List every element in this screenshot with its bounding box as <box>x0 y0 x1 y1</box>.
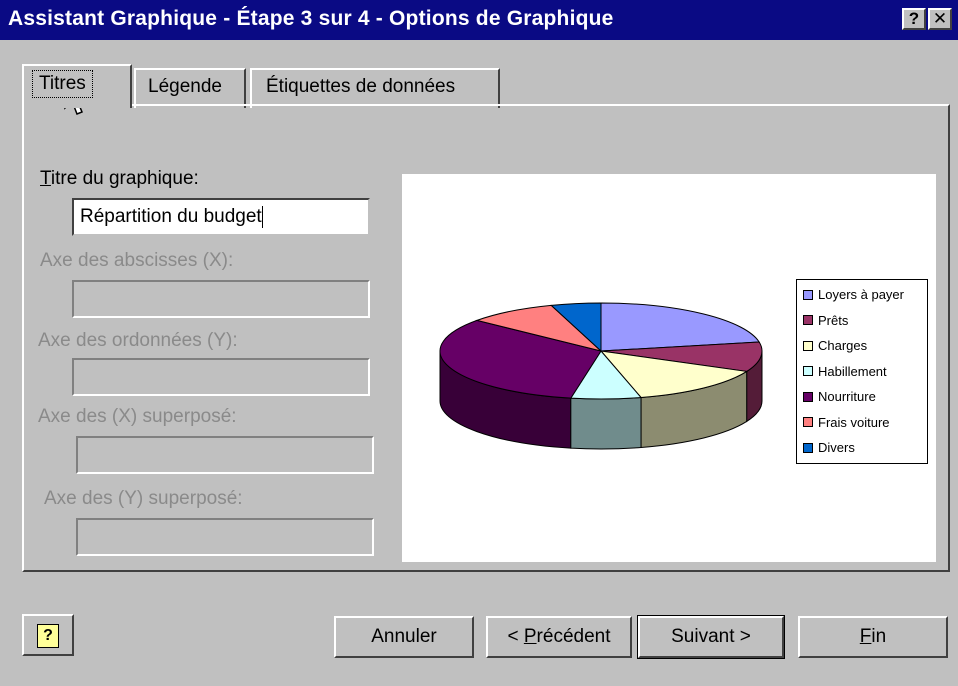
legend-label: Habillement <box>818 363 887 379</box>
y2-axis-input[interactable] <box>76 518 374 556</box>
legend-label: Loyers à payer <box>818 287 904 303</box>
legend-swatch <box>803 442 813 453</box>
window-title: Assistant Graphique - Étape 3 sur 4 - Op… <box>8 7 614 30</box>
legend-label: Divers <box>818 440 855 456</box>
legend-label: Frais voiture <box>818 414 890 430</box>
close-button[interactable]: ✕ <box>928 8 952 30</box>
x2-axis-input[interactable] <box>76 436 374 474</box>
x2-axis-label: Axe des (X) superposé: <box>38 406 237 427</box>
y-axis-label: Axe des ordonnées (Y): <box>38 330 238 351</box>
finish-button[interactable]: Fin <box>798 616 948 658</box>
finish-label: Fin <box>859 626 887 647</box>
legend-item: Charges <box>797 333 927 359</box>
chart-legend: Loyers à payer Prêts Charges Habillement Nou… <box>796 279 928 464</box>
legend-swatch <box>803 366 813 377</box>
tab-titres[interactable]: Titres <box>22 64 132 108</box>
legend-item: Loyers à payer <box>797 282 927 308</box>
help-button[interactable]: ? <box>902 8 926 30</box>
previous-label: < Précédent <box>507 626 611 647</box>
legend-label: Charges <box>818 338 868 354</box>
title-bar: Assistant Graphique - Étape 3 sur 4 - Op… <box>0 0 958 40</box>
chart-title-input[interactable]: Répartition du budget <box>72 198 370 236</box>
legend-swatch <box>803 391 813 402</box>
tab-label: Étiquettes de données <box>266 76 456 97</box>
legend-swatch <box>803 289 813 300</box>
chart-title-label: Titre du graphique: <box>40 168 199 189</box>
legend-item: Habillement <box>797 359 927 385</box>
text-caret <box>261 206 263 228</box>
next-button[interactable]: Suivant > <box>637 615 785 659</box>
tab-legende[interactable]: Légende <box>134 68 246 108</box>
tab-etiquettes[interactable]: Étiquettes de données <box>250 68 500 108</box>
chart-title-value: Répartition du budget <box>80 206 262 228</box>
y-axis-input[interactable] <box>72 358 370 396</box>
legend-item: Nourriture <box>797 384 927 410</box>
y2-axis-label: Axe des (Y) superposé: <box>44 488 243 509</box>
legend-item: Prêts <box>797 308 927 334</box>
tab-label: Titres <box>32 70 93 98</box>
cancel-button[interactable]: Annuler <box>334 616 474 658</box>
legend-swatch <box>803 315 813 326</box>
legend-item: Divers <box>797 435 927 461</box>
legend-swatch <box>803 340 813 351</box>
x-axis-input[interactable] <box>72 280 370 318</box>
pie-slice-side <box>570 396 642 450</box>
legend-swatch <box>803 417 813 428</box>
legend-item: Frais voiture <box>797 410 927 436</box>
legend-label: Prêts <box>818 312 849 328</box>
previous-button[interactable]: < Précédent <box>486 616 632 658</box>
legend-label: Nourriture <box>818 389 876 405</box>
help-assistant-button[interactable]: ? <box>22 614 74 656</box>
help-icon: ? <box>37 624 59 648</box>
x-axis-label: Axe des abscisses (X): <box>40 250 234 271</box>
tab-label: Légende <box>148 76 222 97</box>
